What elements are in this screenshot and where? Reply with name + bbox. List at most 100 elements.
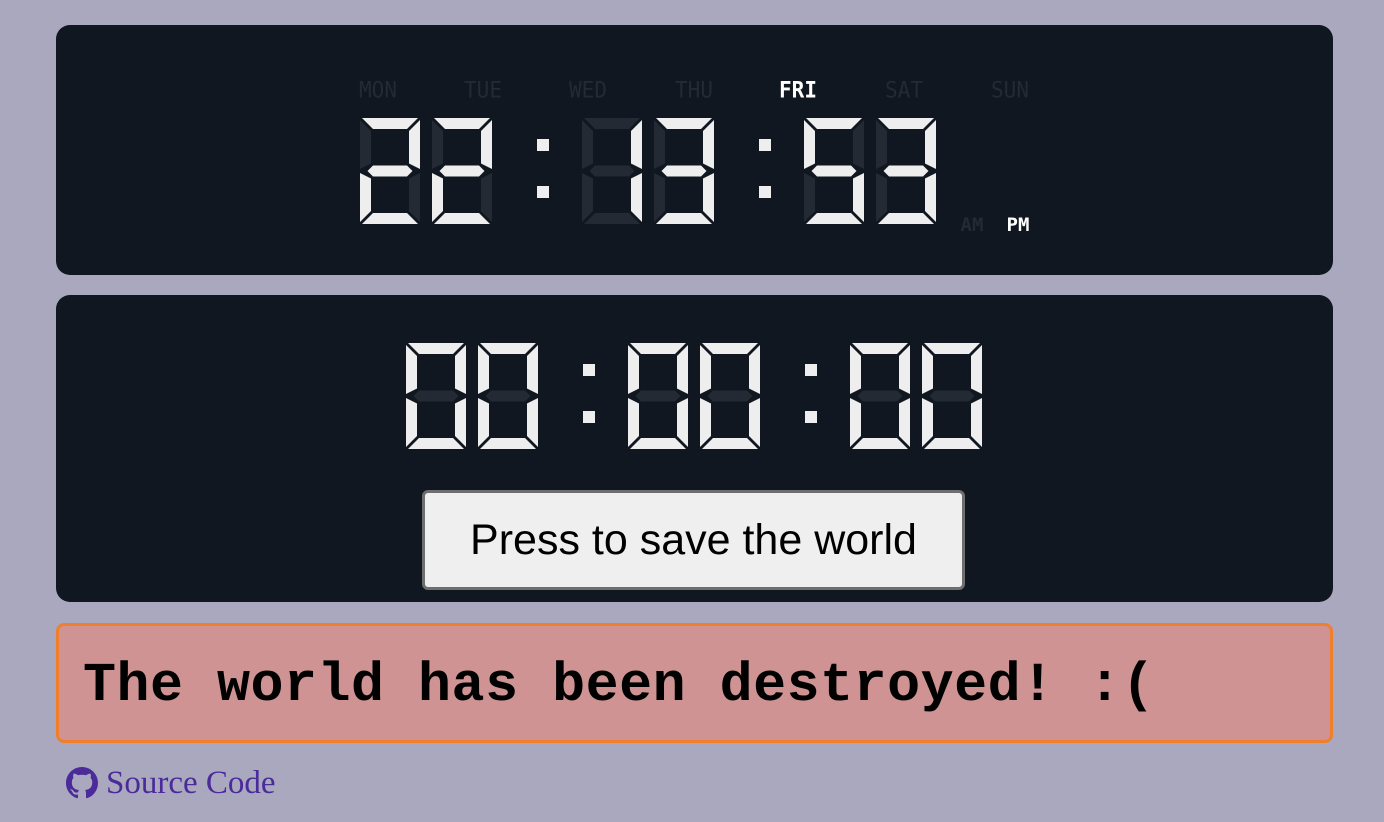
clock-segment-c [631, 173, 642, 222]
countdown-segment-b [455, 345, 466, 394]
countdown-digit [406, 343, 466, 449]
countdown-segment-a [924, 343, 980, 354]
countdown-colon-dot [805, 363, 817, 376]
countdown-segment-g [485, 390, 531, 402]
meridiem-am: AM [960, 214, 984, 236]
countdown-digit [478, 343, 538, 449]
clock-segment-c [409, 173, 420, 222]
countdown-segment-e [700, 398, 711, 447]
countdown-segment-b [971, 345, 982, 394]
countdown-segment-d [924, 438, 980, 449]
clock-segment-g [883, 165, 929, 177]
clock-digit [804, 118, 864, 224]
clock-segment-f [360, 120, 371, 169]
weekday-row: MON TUE WED THU FRI SAT SUN [56, 77, 1333, 106]
countdown-segment-c [677, 398, 688, 447]
countdown-digit [850, 343, 910, 449]
clock-segment-d [878, 213, 934, 224]
clock-segment-b [631, 120, 642, 169]
clock-segment-a [362, 118, 418, 129]
clock-segment-d [806, 213, 862, 224]
day-sun: SUN [991, 77, 1029, 103]
source-code-link[interactable]: Source Code [66, 764, 276, 802]
countdown-segment-e [922, 398, 933, 447]
meridiem-pm: PM [1006, 214, 1030, 236]
countdown-segment-e [850, 398, 861, 447]
source-code-label: Source Code [106, 764, 276, 801]
day-tue: TUE [464, 77, 502, 103]
clock-segment-c [481, 173, 492, 222]
clock-colon-dot [759, 186, 771, 199]
clock-segment-a [656, 118, 712, 129]
countdown-segment-f [628, 345, 639, 394]
clock-segment-g [661, 165, 707, 177]
countdown-segment-b [527, 345, 538, 394]
countdown-segment-c [527, 398, 538, 447]
status-message-box: The world has been destroyed! :( [56, 623, 1333, 743]
countdown-digit [628, 343, 688, 449]
clock-segment-a [878, 118, 934, 129]
clock-segment-e [804, 173, 815, 222]
countdown-colon-dot [805, 411, 817, 424]
clock-segment-f [432, 120, 443, 169]
clock-segment-a [434, 118, 490, 129]
clock-segment-g [367, 165, 413, 177]
clock-segment-f [582, 120, 593, 169]
countdown-segment-g [413, 390, 459, 402]
countdown-segment-d [702, 438, 758, 449]
countdown-segment-g [707, 390, 753, 402]
clock-segment-g [439, 165, 485, 177]
clock-panel: MON TUE WED THU FRI SAT SUN AM PM [56, 25, 1333, 275]
countdown-colon-dot [583, 411, 595, 424]
countdown-segment-g [857, 390, 903, 402]
clock-digit [876, 118, 936, 224]
countdown-segment-c [455, 398, 466, 447]
countdown-segment-a [852, 343, 908, 354]
status-message: The world has been destroyed! :( [83, 654, 1156, 717]
clock-digit [432, 118, 492, 224]
countdown-segment-f [406, 345, 417, 394]
countdown-segment-a [630, 343, 686, 354]
countdown-segment-d [408, 438, 464, 449]
clock-segment-f [654, 120, 665, 169]
countdown-segment-d [852, 438, 908, 449]
clock-segment-d [656, 213, 712, 224]
clock-segment-e [432, 173, 443, 222]
day-fri: FRI [779, 77, 817, 103]
countdown-segment-g [635, 390, 681, 402]
countdown-segment-b [677, 345, 688, 394]
clock-colon-dot [537, 186, 549, 199]
clock-segment-e [876, 173, 887, 222]
clock-segment-b [703, 120, 714, 169]
clock-segment-f [876, 120, 887, 169]
clock-segment-c [853, 173, 864, 222]
save-the-world-button[interactable]: Press to save the world [422, 490, 965, 590]
countdown-segment-f [850, 345, 861, 394]
clock-segment-e [654, 173, 665, 222]
countdown-segment-f [478, 345, 489, 394]
countdown-segment-e [628, 398, 639, 447]
countdown-segment-a [480, 343, 536, 354]
clock-segment-b [481, 120, 492, 169]
countdown-digit [700, 343, 760, 449]
countdown-segment-a [408, 343, 464, 354]
clock-digit [360, 118, 420, 224]
countdown-segment-f [700, 345, 711, 394]
clock-colon-dot [537, 138, 549, 151]
countdown-segment-e [478, 398, 489, 447]
clock-segment-f [804, 120, 815, 169]
day-mon: MON [359, 77, 397, 103]
countdown-segment-a [702, 343, 758, 354]
clock-segment-e [360, 173, 371, 222]
clock-segment-c [703, 173, 714, 222]
clock-segment-d [434, 213, 490, 224]
countdown-segment-g [929, 390, 975, 402]
clock-segment-b [853, 120, 864, 169]
day-sat: SAT [885, 77, 923, 103]
clock-segment-e [582, 173, 593, 222]
clock-colon-dot [759, 138, 771, 151]
github-icon [66, 767, 98, 799]
countdown-segment-d [480, 438, 536, 449]
countdown-segment-d [630, 438, 686, 449]
clock-segment-d [362, 213, 418, 224]
